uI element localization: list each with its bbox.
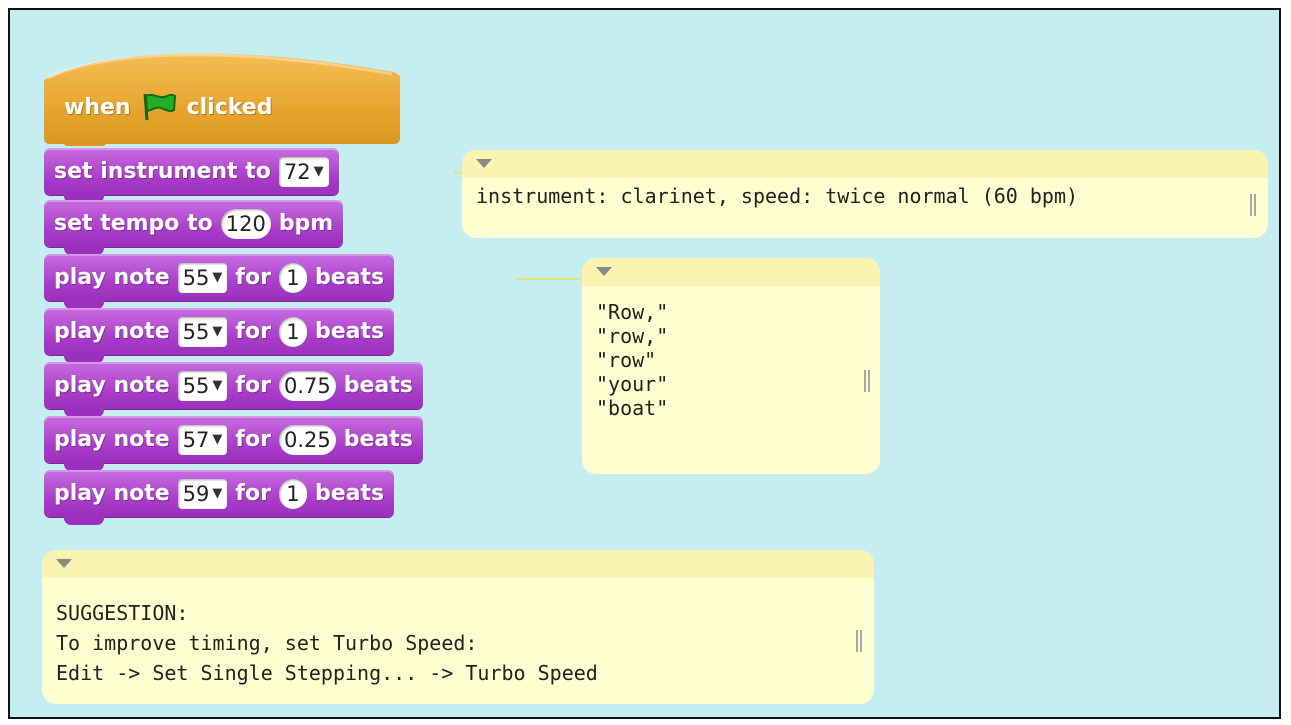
lyrics-comment[interactable]: "Row," "row," "row" "your" "boat"	[582, 258, 880, 474]
suggestion-comment[interactable]: SUGGESTION: To improve timing, set Turbo …	[42, 550, 874, 704]
tempo-unit-label: bpm	[278, 211, 334, 236]
note-dropdown[interactable]: 55 ▼	[177, 370, 228, 401]
note-value: 55	[182, 265, 210, 290]
dropdown-arrow-icon: ▼	[212, 324, 223, 339]
set-tempo-label: set tempo to	[54, 211, 213, 236]
tempo-input[interactable]: 120	[220, 208, 271, 239]
instrument-dropdown[interactable]: 72 ▼	[278, 156, 329, 187]
for-label: for	[235, 265, 271, 290]
comment-connector	[516, 278, 584, 280]
for-label: for	[235, 427, 271, 452]
beats-unit-label: beats	[343, 427, 413, 452]
set-instrument-label: set instrument to	[54, 159, 271, 184]
note-dropdown[interactable]: 55 ▼	[177, 316, 228, 347]
resize-grip-icon[interactable]	[864, 370, 870, 392]
green-flag-icon[interactable]	[141, 92, 177, 122]
beats-unit-label: beats	[314, 481, 385, 506]
play-note-block[interactable]: play note 55 ▼ for 1 beats	[44, 254, 395, 309]
comment-header[interactable]	[582, 258, 880, 286]
note-dropdown[interactable]: 57 ▼	[177, 424, 228, 455]
hat-clicked-label: clicked	[186, 94, 273, 120]
beats-input[interactable]: 1	[278, 262, 307, 293]
suggestion-line: To improve timing, set Turbo Speed:	[56, 631, 478, 655]
play-note-block[interactable]: play note 55 ▼ for 0.75 beats	[44, 362, 423, 417]
beats-input[interactable]: 1	[278, 316, 307, 347]
scripts-area[interactable]: when clicked set instrument to 72 ▼ set …	[8, 8, 1281, 719]
instrument-comment[interactable]: instrument: clarinet, speed: twice norma…	[462, 150, 1268, 238]
dropdown-arrow-icon: ▼	[212, 378, 223, 393]
beats-input[interactable]: 0.75	[278, 370, 336, 401]
note-dropdown[interactable]: 59 ▼	[177, 478, 228, 509]
lyric-line: "row"	[596, 348, 657, 372]
note-value: 57	[182, 427, 210, 452]
resize-grip-icon[interactable]	[1250, 194, 1256, 216]
hat-when-label: when	[64, 94, 131, 120]
lyric-line: "Row,"	[596, 300, 669, 324]
when-flag-clicked-block[interactable]: when clicked	[44, 40, 400, 146]
beats-unit-label: beats	[314, 265, 385, 290]
collapse-triangle-icon[interactable]	[596, 267, 612, 276]
dropdown-arrow-icon: ▼	[212, 486, 223, 501]
collapse-triangle-icon[interactable]	[476, 159, 492, 168]
for-label: for	[235, 319, 271, 344]
instrument-value: 72	[283, 159, 311, 184]
play-note-label: play note	[54, 373, 170, 398]
collapse-triangle-icon[interactable]	[56, 559, 72, 568]
comment-text[interactable]: instrument: clarinet, speed: twice norma…	[462, 178, 1268, 214]
suggestion-line: SUGGESTION:	[56, 601, 189, 625]
dropdown-arrow-icon: ▼	[212, 270, 223, 285]
comment-header[interactable]	[462, 150, 1268, 178]
dropdown-arrow-icon: ▼	[212, 432, 223, 447]
note-value: 59	[182, 481, 210, 506]
lyric-line: "boat"	[596, 396, 669, 420]
play-note-label: play note	[54, 319, 170, 344]
play-note-block[interactable]: play note 57 ▼ for 0.25 beats	[44, 416, 423, 471]
set-instrument-block[interactable]: set instrument to 72 ▼	[44, 148, 339, 203]
note-value: 55	[182, 319, 210, 344]
dropdown-arrow-icon: ▼	[313, 164, 324, 179]
play-note-label: play note	[54, 481, 170, 506]
comment-header[interactable]	[42, 550, 874, 578]
comment-text[interactable]: SUGGESTION: To improve timing, set Turbo …	[42, 578, 874, 694]
lyric-line: "your"	[596, 372, 669, 396]
note-value: 55	[182, 373, 210, 398]
for-label: for	[235, 373, 271, 398]
beats-unit-label: beats	[314, 319, 385, 344]
note-dropdown[interactable]: 55 ▼	[177, 262, 228, 293]
beats-input[interactable]: 0.25	[278, 424, 336, 455]
play-note-label: play note	[54, 427, 170, 452]
beats-unit-label: beats	[343, 373, 413, 398]
for-label: for	[235, 481, 271, 506]
resize-grip-icon[interactable]	[856, 630, 862, 652]
play-note-label: play note	[54, 265, 170, 290]
set-tempo-block[interactable]: set tempo to 120 bpm	[44, 200, 344, 255]
lyric-line: "row,"	[596, 324, 669, 348]
play-note-block[interactable]: play note 55 ▼ for 1 beats	[44, 308, 395, 363]
suggestion-line: Edit -> Set Single Stepping... -> Turbo …	[56, 661, 598, 685]
comment-text[interactable]: "Row," "row," "row" "your" "boat"	[582, 286, 880, 426]
play-note-block[interactable]: play note 59 ▼ for 1 beats	[44, 470, 395, 525]
beats-input[interactable]: 1	[278, 478, 307, 509]
